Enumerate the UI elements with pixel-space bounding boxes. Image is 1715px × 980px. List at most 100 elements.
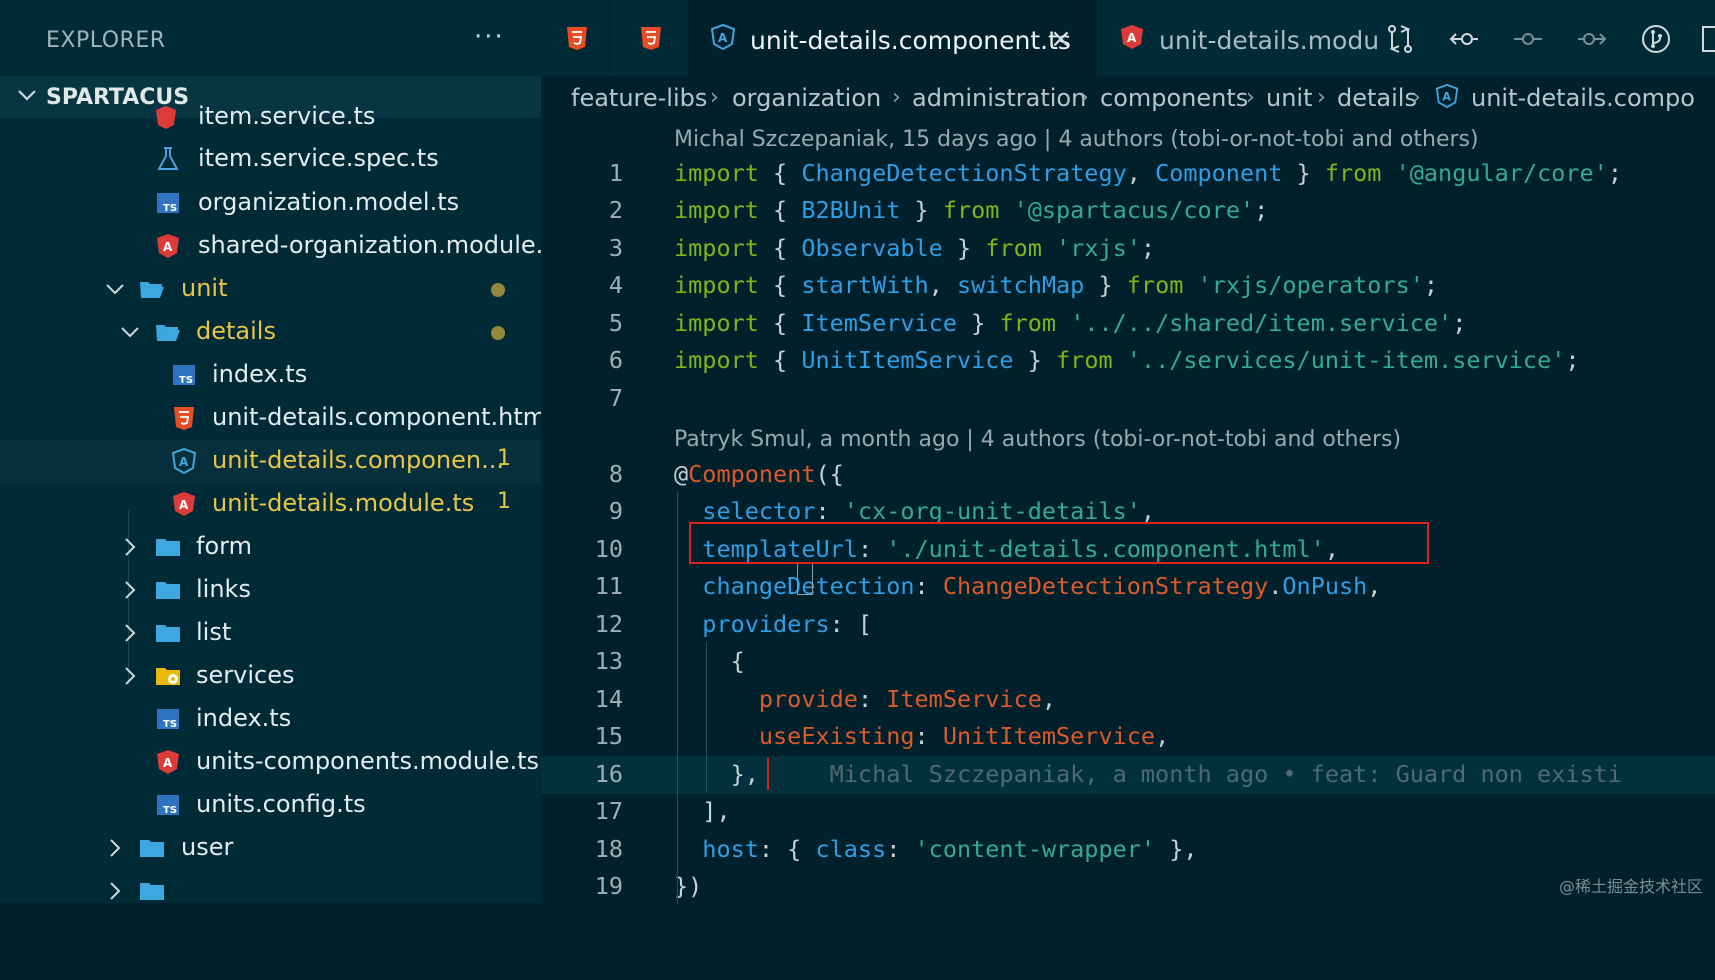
angular-service-icon [156, 106, 176, 129]
breadcrumb-item[interactable]: details [1337, 84, 1417, 112]
tree-item-unit-details-component[interactable]: A unit-details.componen... 1 [0, 440, 541, 483]
tab-html-1[interactable] [541, 0, 615, 76]
file-name: index.ts [212, 360, 308, 388]
line-number: 16 [594, 760, 623, 788]
file-name: unit-details.component.html [212, 403, 542, 431]
angular-module-icon: A [157, 234, 179, 258]
breadcrumb: feature-libs › organization › administra… [541, 76, 1715, 120]
code-line: 14 provide: ItemService, [541, 681, 1715, 719]
tab-unit-details-component[interactable]: A unit-details.component.ts × [688, 0, 1098, 76]
next-change-icon[interactable] [1575, 22, 1609, 56]
file-name: index.ts [196, 704, 292, 732]
folder-name: details [196, 317, 276, 345]
inline-blame: Michal Szczepaniak, a month ago • feat: … [829, 760, 1622, 788]
breadcrumb-item[interactable]: unit [1266, 84, 1313, 112]
chevron-right-icon: › [1080, 85, 1089, 110]
tree-folder-services[interactable]: services [0, 655, 541, 698]
tree-folder-partial[interactable] [0, 870, 541, 903]
problem-count-badge: 1 [497, 489, 511, 514]
watermark: @稀土掘金技术社区 [1558, 877, 1703, 896]
svg-text:A: A [1442, 91, 1451, 104]
line-number: 15 [594, 722, 623, 750]
angular-module-icon: A [157, 750, 179, 774]
code-line: 19 }) [541, 868, 1715, 906]
tab-html-2[interactable] [614, 0, 689, 76]
tree-item-item-service[interactable]: item.service.ts [0, 96, 541, 139]
code-line: 5 import { ItemService } from '../../sha… [541, 305, 1715, 343]
tab-label: unit-details.modu [1159, 26, 1380, 55]
git-lens-icon[interactable] [1639, 22, 1673, 56]
compare-changes-icon[interactable] [1383, 22, 1417, 56]
commit-icon[interactable] [1511, 22, 1545, 56]
folder-open-icon [140, 282, 164, 298]
tree-item-unit-details-html[interactable]: unit-details.component.html [0, 397, 541, 440]
typescript-icon: TS [157, 709, 179, 730]
explorer-sidebar: EXPLORER ··· SPARTACUS item.service.ts i… [0, 0, 542, 903]
folder-icon [156, 582, 180, 599]
chevron-right-icon [125, 581, 136, 599]
file-name: item.service.ts [198, 102, 376, 130]
code-line-current: 16 }, Michal Szczepaniak, a month ago • … [541, 756, 1715, 794]
tab-unit-details-module[interactable]: A unit-details.modu [1097, 0, 1379, 76]
svg-text:A: A [179, 498, 189, 512]
code-line: 8 @Component({ [541, 456, 1715, 494]
previous-change-icon[interactable] [1447, 22, 1481, 56]
tree-folder-links[interactable]: links [0, 569, 541, 612]
chevron-right-icon: › [1412, 85, 1421, 110]
tree-folder-details[interactable]: details [0, 311, 541, 354]
tree-item-unit-details-module[interactable]: A unit-details.module.ts 1 [0, 483, 541, 526]
angular-component-icon: A [1435, 84, 1459, 108]
chevron-right-icon [125, 624, 136, 642]
line-number: 17 [594, 797, 623, 825]
code-line: 12 providers: [ [541, 606, 1715, 644]
tree-item-units-config[interactable]: TS units.config.ts [0, 784, 541, 827]
codelens-authors[interactable]: Michal Szczepaniak, 15 days ago | 4 auth… [674, 127, 1479, 152]
code-editor[interactable]: Michal Szczepaniak, 15 days ago | 4 auth… [541, 120, 1715, 906]
tab-label: unit-details.component.ts [750, 26, 1071, 55]
line-number: 18 [594, 835, 623, 863]
file-name: item.service.spec.ts [198, 144, 439, 172]
breadcrumb-item[interactable]: feature-libs [571, 84, 707, 112]
codelens-authors[interactable]: Patryk Smul, a month ago | 4 authors (to… [674, 427, 1401, 452]
line-number: 13 [594, 647, 623, 675]
file-name: units.config.ts [196, 790, 366, 818]
code-line: 6 import { UnitItemService } from '../se… [541, 342, 1715, 380]
folder-icon [140, 883, 164, 900]
svg-text:TS: TS [163, 203, 177, 214]
folder-name: unit [181, 274, 228, 302]
svg-text:A: A [163, 240, 173, 254]
tree-item-units-components-module[interactable]: A units-components.module.ts [0, 741, 541, 784]
breadcrumb-item[interactable]: organization [732, 84, 881, 112]
breadcrumb-item[interactable]: administration [912, 84, 1086, 112]
tree-item-item-service-spec[interactable]: item.service.spec.ts [0, 138, 541, 181]
tree-folder-form[interactable]: form [0, 526, 541, 569]
file-tree: item.service.ts item.service.spec.ts TS … [0, 102, 541, 903]
tree-item-index[interactable]: TS index.ts [0, 698, 541, 741]
breadcrumb-item[interactable]: unit-details.compo [1471, 84, 1695, 112]
line-number: 4 [608, 271, 623, 299]
tree-item-organization-model[interactable]: TS organization.model.ts [0, 182, 541, 225]
chevron-right-icon: › [1246, 85, 1255, 110]
chevron-right-icon [125, 538, 136, 556]
svg-text:TS: TS [163, 805, 177, 816]
explorer-header: EXPLORER ··· [0, 0, 541, 76]
folder-name: list [196, 618, 232, 646]
split-editor-icon[interactable] [1699, 22, 1715, 56]
folder-open-icon [156, 325, 180, 341]
tree-folder-unit[interactable]: unit [0, 268, 541, 311]
tree-folder-user[interactable]: user [0, 827, 541, 870]
angular-component-icon: A [710, 24, 736, 50]
test-flask-icon [157, 147, 179, 170]
tree-item-index[interactable]: TS index.ts [0, 354, 541, 397]
bracket-match-highlight [797, 563, 813, 595]
tree-folder-list[interactable]: list [0, 612, 541, 655]
file-name: organization.model.ts [198, 188, 460, 216]
close-tab-icon[interactable]: × [1050, 24, 1072, 54]
tree-item-shared-organization-module[interactable]: A shared-organization.module... [0, 225, 541, 268]
more-actions-icon[interactable]: ··· [474, 22, 505, 52]
code-line: 17 ], [541, 793, 1715, 831]
file-name: unit-details.componen... [212, 446, 504, 474]
breadcrumb-item[interactable]: components [1100, 84, 1248, 112]
code-line: 13 { [541, 643, 1715, 681]
svg-text:A: A [179, 455, 189, 469]
